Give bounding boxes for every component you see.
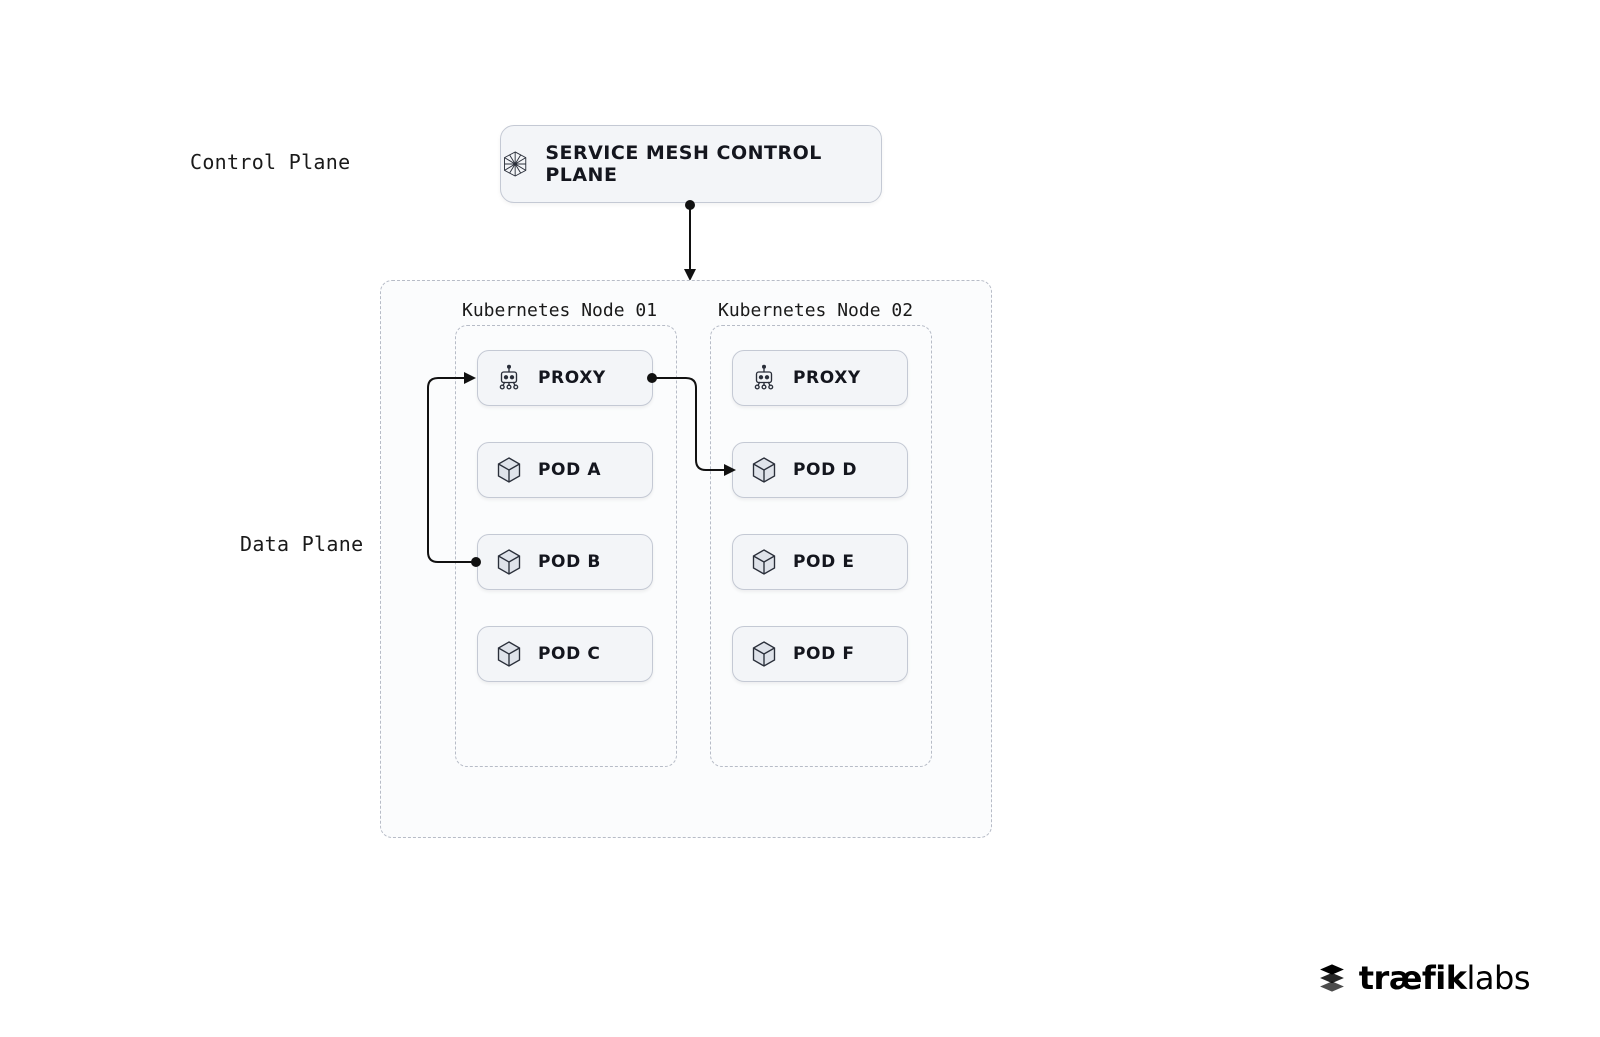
data-plane-label: Data Plane bbox=[240, 532, 363, 556]
node-1-title: Kubernetes Node 01 bbox=[462, 300, 657, 321]
pill-label: POD A bbox=[538, 460, 601, 480]
node-2-title: Kubernetes Node 02 bbox=[718, 300, 913, 321]
pod-cube-icon bbox=[494, 455, 524, 485]
node2-proxy: PROXY bbox=[732, 350, 908, 406]
node1-pod-b: POD B bbox=[477, 534, 653, 590]
brand-logo: træfiklabs bbox=[1315, 959, 1530, 997]
node1-proxy: PROXY bbox=[477, 350, 653, 406]
pod-cube-icon bbox=[749, 639, 779, 669]
control-plane-label: Control Plane bbox=[190, 150, 350, 174]
pod-cube-icon bbox=[749, 547, 779, 577]
diagram-canvas: Control Plane Data Plane SERVICE MESH CO… bbox=[0, 0, 1600, 1037]
pill-label: POD C bbox=[538, 644, 600, 664]
pill-label: PROXY bbox=[793, 368, 861, 388]
brand-name: træfiklabs bbox=[1359, 959, 1530, 997]
pill-label: POD F bbox=[793, 644, 855, 664]
node1-pod-c: POD C bbox=[477, 626, 653, 682]
globe-mesh-icon bbox=[501, 149, 529, 179]
pill-label: POD D bbox=[793, 460, 857, 480]
control-plane-title: SERVICE MESH CONTROL PLANE bbox=[545, 142, 881, 186]
node1-pod-a: POD A bbox=[477, 442, 653, 498]
pod-cube-icon bbox=[749, 455, 779, 485]
node2-pod-f: POD F bbox=[732, 626, 908, 682]
traefik-logo-icon bbox=[1315, 961, 1349, 995]
pill-label: POD E bbox=[793, 552, 855, 572]
proxy-robot-icon bbox=[749, 363, 779, 393]
node2-pod-d: POD D bbox=[732, 442, 908, 498]
pod-cube-icon bbox=[494, 547, 524, 577]
proxy-robot-icon bbox=[494, 363, 524, 393]
pod-cube-icon bbox=[494, 639, 524, 669]
node2-pod-e: POD E bbox=[732, 534, 908, 590]
control-plane-box: SERVICE MESH CONTROL PLANE bbox=[500, 125, 882, 203]
pill-label: PROXY bbox=[538, 368, 606, 388]
connector-control-to-data bbox=[684, 201, 696, 283]
pill-label: POD B bbox=[538, 552, 601, 572]
